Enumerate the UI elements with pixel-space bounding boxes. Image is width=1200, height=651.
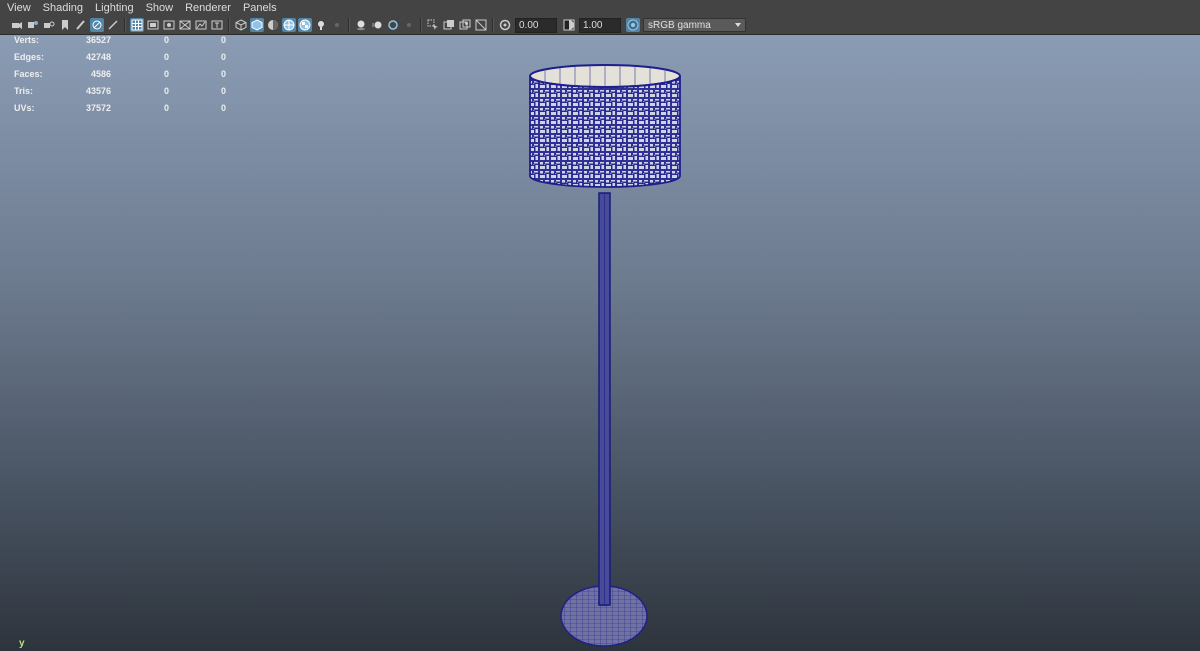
- resolution-gate-button[interactable]: [162, 18, 176, 32]
- toolbar-separator: [348, 18, 350, 32]
- lamp-shade[interactable]: [529, 75, 681, 188]
- isolate-select-icon: [427, 19, 438, 30]
- use-all-lights-button[interactable]: [314, 18, 328, 32]
- safe-action-icon: [211, 20, 223, 30]
- isolate-select-button[interactable]: [426, 18, 440, 32]
- field-chart-icon: [195, 20, 207, 30]
- toolbar-separator: [228, 18, 230, 32]
- exposure-icon: [499, 19, 511, 31]
- hud-row-verts: Verts: 36527 0 0: [14, 35, 226, 45]
- view-transform-button[interactable]: [626, 18, 640, 32]
- bookmark-icon: [62, 20, 68, 30]
- xray-joints-icon: [475, 19, 487, 31]
- depth-of-field-button[interactable]: [402, 18, 416, 32]
- chevron-down-icon: [731, 19, 745, 31]
- camera-attributes-icon: [28, 21, 38, 28]
- shaded-cube-icon: [251, 19, 263, 31]
- shadows-icon: [335, 23, 339, 27]
- toolbar-separator: [124, 18, 126, 32]
- 3d-viewport[interactable]: Verts: 36527 0 0 Edges: 42748 0 0 Faces:…: [0, 35, 1200, 651]
- grid-button[interactable]: [130, 18, 144, 32]
- 2d-pan-zoom-button[interactable]: [74, 18, 88, 32]
- pencil-button[interactable]: [106, 18, 120, 32]
- camera-attributes-button[interactable]: [26, 18, 40, 32]
- anti-aliasing-button[interactable]: [386, 18, 400, 32]
- wireframe-cube-icon: [235, 19, 247, 31]
- gamma-icon: [563, 19, 575, 31]
- grease-pencil-icon: [92, 20, 102, 30]
- color-management-icon: [627, 19, 639, 31]
- resolution-gate-icon: [163, 20, 175, 30]
- menu-renderer[interactable]: Renderer: [179, 0, 237, 16]
- exposure-button[interactable]: [498, 18, 512, 32]
- smooth-shade-button[interactable]: [250, 18, 264, 32]
- motion-blur-button[interactable]: [370, 18, 384, 32]
- gamma-field[interactable]: 1.00: [579, 17, 621, 33]
- anti-aliasing-icon: [388, 20, 398, 30]
- field-chart-button[interactable]: [194, 18, 208, 32]
- gate-mask-icon: [179, 20, 191, 30]
- poly-count-hud: Verts: 36527 0 0 Edges: 42748 0 0 Faces:…: [0, 35, 240, 120]
- default-material-icon: [268, 20, 278, 30]
- wireframe-on-shaded-button[interactable]: [282, 18, 296, 32]
- menu-show[interactable]: Show: [140, 0, 180, 16]
- use-default-material-button[interactable]: [266, 18, 280, 32]
- camera-bookmark-icon: [44, 21, 55, 28]
- menu-panels[interactable]: Panels: [237, 0, 283, 16]
- screen-space-ao-button[interactable]: [354, 18, 368, 32]
- image-plane-button[interactable]: [58, 18, 72, 32]
- exposure-field[interactable]: 0.00: [515, 17, 557, 33]
- menu-lighting[interactable]: Lighting: [89, 0, 140, 16]
- xray-button[interactable]: [442, 18, 456, 32]
- ambient-occlusion-icon: [357, 20, 365, 31]
- toolbar-separator: [492, 18, 494, 32]
- hud-row-edges: Edges: 42748 0 0: [14, 52, 226, 62]
- wireframe-button[interactable]: [234, 18, 248, 32]
- menu-shading[interactable]: Shading: [37, 0, 89, 16]
- grease-pencil-button[interactable]: [90, 18, 104, 32]
- xray-components-icon: [459, 19, 471, 30]
- panel-toolbar: 0.00 1.00 sRGB gamma: [0, 16, 1200, 35]
- floor-lamp-model[interactable]: [0, 35, 1200, 651]
- shadows-button[interactable]: [330, 18, 344, 32]
- film-gate-icon: [147, 20, 159, 30]
- toolbar-separator: [420, 18, 422, 32]
- textured-button[interactable]: [298, 18, 312, 32]
- view-transform-value: sRGB gamma: [648, 20, 711, 31]
- depth-of-field-icon: [407, 23, 411, 27]
- light-bulb-icon: [318, 21, 324, 30]
- hud-row-uvs: UVs: 37572 0 0: [14, 103, 226, 113]
- textured-icon: [299, 19, 311, 31]
- gamma-button[interactable]: [562, 18, 576, 32]
- xray-joints-button[interactable]: [474, 18, 488, 32]
- film-gate-button[interactable]: [146, 18, 160, 32]
- gate-mask-button[interactable]: [178, 18, 192, 32]
- menu-view[interactable]: View: [0, 0, 37, 16]
- pencil-icon: [108, 20, 118, 30]
- grid-icon: [131, 19, 143, 31]
- pen-icon: [76, 20, 85, 30]
- hud-row-faces: Faces: 4586 0 0: [14, 69, 226, 79]
- view-transform-dropdown[interactable]: sRGB gamma: [643, 18, 746, 32]
- view-axis-indicator: y: [19, 638, 25, 649]
- panel-menubar: View Shading Lighting Show Renderer Pane…: [0, 0, 1200, 16]
- safe-action-button[interactable]: [210, 18, 224, 32]
- xray-active-components-button[interactable]: [458, 18, 472, 32]
- maya-viewport-panel: View Shading Lighting Show Renderer Pane…: [0, 0, 1200, 651]
- hud-row-tris: Tris: 43576 0 0: [14, 86, 226, 96]
- wireframe-on-shaded-icon: [283, 19, 295, 31]
- xray-icon: [443, 20, 454, 30]
- bookmarks-button[interactable]: [42, 18, 56, 32]
- motion-blur-icon: [372, 21, 382, 29]
- select-camera-button[interactable]: [10, 18, 24, 32]
- camera-icon: [12, 22, 22, 29]
